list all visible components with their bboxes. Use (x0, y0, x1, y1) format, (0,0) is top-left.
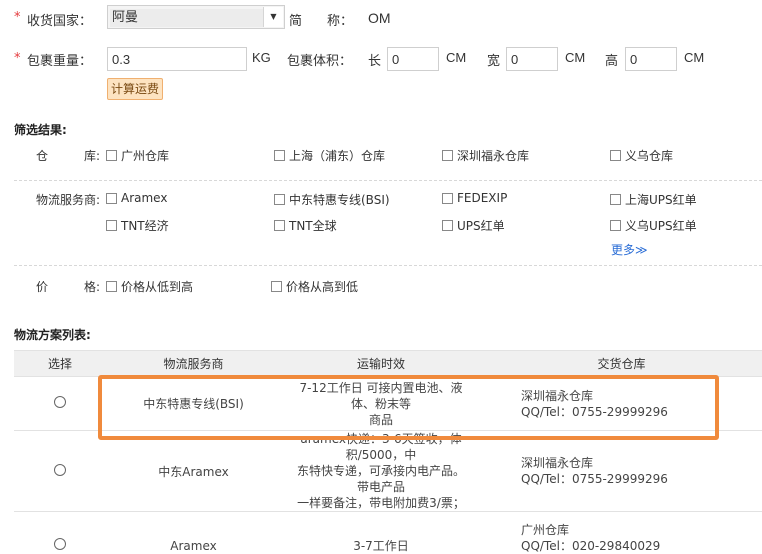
select-radio[interactable] (54, 463, 66, 476)
filter-logistics-yiwu-ups[interactable]: 义乌UPS红单 (610, 217, 697, 234)
height-input[interactable] (625, 47, 677, 71)
table-row[interactable]: 中东Aramex aramex快递：3-6天签收，体积/5000，中 东特快专递，… (14, 430, 762, 512)
length-unit: CM (446, 50, 467, 65)
divider (14, 180, 762, 181)
weight-input[interactable] (107, 47, 247, 71)
plans-title: 物流方案列表: (14, 328, 91, 342)
filter-logistics-shanghai-ups[interactable]: 上海UPS红单 (610, 191, 697, 208)
chevron-down-icon[interactable]: ▼ (263, 7, 283, 27)
short-name-label-2: 称： (327, 14, 354, 29)
transit-cell: 7-12工作日 可接内置电池、液体、粉末等 商品 (281, 376, 481, 431)
checkbox[interactable] (106, 150, 117, 161)
short-name-value: OM (368, 10, 391, 26)
transit-cell: aramex快递：3-6天签收，体积/5000，中 东特快专递，可承接内电产品。带… (281, 430, 481, 512)
short-name-label-1: 简 (289, 14, 303, 29)
required-star: * (14, 10, 21, 25)
table-row[interactable]: Aramex 3-7工作日 广州仓库QQ/Tel：020-29840029020… (14, 511, 762, 554)
provider-cell: Aramex (106, 511, 281, 554)
filter-logistics-tnt-economy[interactable]: TNT经济 (106, 217, 169, 234)
country-label: 收货国家： (27, 14, 93, 29)
volume-label: 包裹体积： (287, 54, 353, 69)
plans-table: 选择 物流服务商 运输时效 交货仓库 中东特惠专线(BSI) 7-12工作日 可… (14, 350, 762, 554)
checkbox[interactable] (271, 281, 282, 292)
checkbox[interactable] (610, 150, 621, 161)
more-link[interactable]: 更多≫ (611, 241, 648, 258)
length-label: 长 (368, 54, 382, 69)
price-label-2: 格: (84, 280, 101, 294)
filter-warehouse-shanghai[interactable]: 上海（浦东）仓库 (274, 147, 385, 164)
filter-logistics-bsi[interactable]: 中东特惠专线(BSI) (274, 191, 390, 208)
checkbox[interactable] (106, 220, 117, 231)
table-row[interactable]: 中东特惠专线(BSI) 7-12工作日 可接内置电池、液体、粉末等 商品 深圳福永… (14, 376, 762, 431)
transit-cell: 3-7工作日 (281, 511, 481, 554)
checkbox[interactable] (274, 220, 285, 231)
col-select: 选择 (14, 350, 106, 377)
divider (14, 265, 762, 266)
weight-label: 包裹重量： (27, 54, 93, 69)
height-label: 高 (605, 54, 619, 69)
checkbox[interactable] (610, 220, 621, 231)
warehouse-cell: 深圳福永仓库 QQ/Tel：0755-29999296 (481, 376, 762, 431)
warehouse-label-2: 库: (84, 149, 101, 163)
checkbox[interactable] (274, 150, 285, 161)
filter-logistics-aramex[interactable]: Aramex (106, 191, 167, 205)
height-unit: CM (684, 50, 705, 65)
checkbox[interactable] (610, 194, 621, 205)
required-star: * (14, 51, 21, 66)
warehouse-cell: 深圳福永仓库 QQ/Tel：0755-29999296 (481, 430, 762, 512)
checkbox[interactable] (106, 281, 117, 292)
width-unit: CM (565, 50, 586, 65)
filter-warehouse-shenzhen[interactable]: 深圳福永仓库 (442, 147, 529, 164)
sort-price-asc[interactable]: 价格从低到高 (106, 278, 193, 295)
table-header: 选择 物流服务商 运输时效 交货仓库 (14, 350, 762, 377)
col-warehouse: 交货仓库 (481, 350, 762, 377)
checkbox[interactable] (442, 192, 453, 204)
provider-cell: 中东特惠专线(BSI) (106, 376, 281, 431)
weight-unit: KG (252, 50, 271, 65)
filter-warehouse-yiwu[interactable]: 义乌仓库 (610, 147, 673, 164)
checkbox[interactable] (442, 220, 453, 231)
filter-logistics-fedexip[interactable]: FEDEXIP (442, 191, 507, 205)
filter-logistics-tnt-global[interactable]: TNT全球 (274, 217, 337, 234)
select-radio[interactable] (54, 538, 66, 550)
col-provider: 物流服务商 (106, 350, 281, 377)
filter-title: 筛选结果: (14, 123, 67, 137)
select-radio[interactable] (54, 396, 66, 408)
country-select[interactable]: 阿曼 ▼ (107, 5, 285, 29)
length-input[interactable] (387, 47, 439, 71)
country-value: 阿曼 (110, 9, 264, 27)
calculate-shipping-button[interactable]: 计算运费 (107, 78, 163, 100)
warehouse-label-1: 仓 (36, 149, 49, 163)
checkbox[interactable] (442, 150, 453, 161)
warehouse-cell: 广州仓库QQ/Tel：020-29840029020-29052665 (481, 511, 762, 554)
checkbox[interactable] (106, 192, 117, 204)
filter-warehouse-guangzhou[interactable]: 广州仓库 (106, 147, 169, 164)
checkbox[interactable] (274, 194, 285, 205)
price-label-1: 价 (36, 280, 49, 294)
logistics-label: 物流服务商: (36, 193, 101, 207)
filter-logistics-ups-red[interactable]: UPS红单 (442, 217, 505, 234)
provider-cell: 中东Aramex (106, 430, 281, 512)
sort-price-desc[interactable]: 价格从高到低 (271, 278, 358, 295)
width-input[interactable] (506, 47, 558, 71)
col-transit-time: 运输时效 (281, 350, 481, 377)
width-label: 宽 (487, 54, 501, 69)
